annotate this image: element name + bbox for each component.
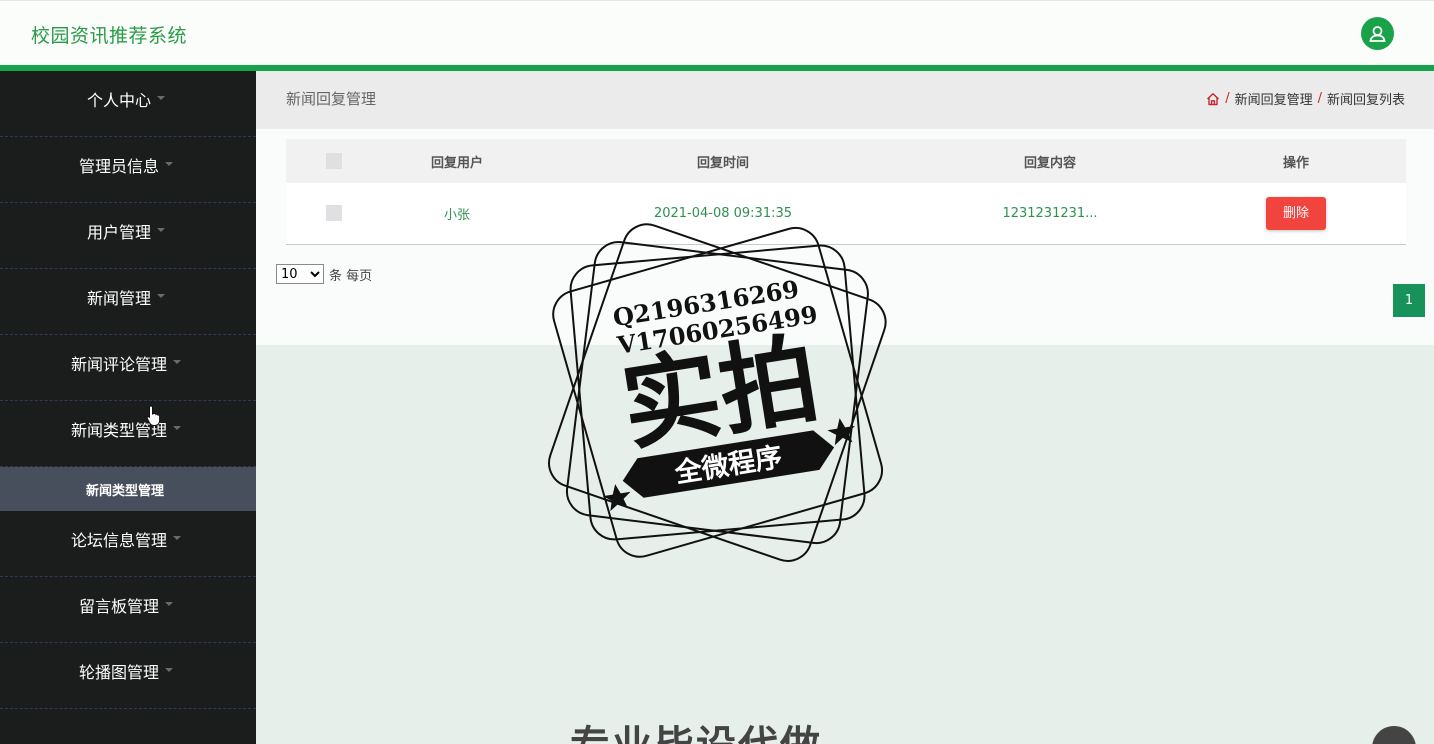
delete-button[interactable]: 删除 [1266,196,1326,230]
column-header-user[interactable]: 回复用户 [382,139,532,183]
sidebar-item-user-management[interactable]: 用户管理 [0,203,256,269]
row-select-cell [286,183,382,244]
hand-cursor-icon [146,405,161,426]
pagination-current-page[interactable]: 1 [1393,284,1425,317]
breadcrumb-separator: / [1225,91,1230,106]
sidebar-item-forum-management[interactable]: 论坛信息管理 [0,511,256,577]
breadcrumb: / 新闻回复管理 / 新闻回复列表 [1206,89,1405,108]
sidebar-item-carousel-management[interactable]: 轮播图管理 [0,643,256,709]
chevron-down-icon [165,668,173,672]
cell-user: 小张 [443,207,470,223]
sidebar-item-message-board-management[interactable]: 留言板管理 [0,577,256,643]
chevron-down-icon [173,426,181,430]
sidebar-item-personal-center[interactable]: 个人中心 [0,71,256,137]
page-size-control: 10 条 每页 [276,264,372,284]
column-header-time[interactable]: 回复时间 [532,139,914,183]
breadcrumb-item-reply-management[interactable]: 新闻回复管理 [1235,89,1313,108]
top-bar: 校园资讯推荐系统 [0,0,1434,65]
sidebar-item-label: 新闻评论管理 [70,355,167,374]
chevron-down-icon [173,536,181,540]
table-header-row: 回复用户 回复时间 回复内容 操作 [286,139,1406,183]
submenu-item-news-type-management[interactable]: 新闻类型管理 [0,467,256,511]
user-icon [1369,26,1386,42]
sidebar-item-label: 用户管理 [86,223,151,242]
chevron-down-icon [165,162,173,166]
sidebar-item-news-comment-management[interactable]: 新闻评论管理 [0,335,256,401]
chevron-down-icon [173,360,181,364]
chevron-down-icon [165,602,173,606]
sidebar-item-label: 新闻管理 [86,289,151,308]
page-header: 新闻回复管理 / 新闻回复管理 / 新闻回复列表 [256,71,1434,129]
breadcrumb-item-reply-list: 新闻回复列表 [1326,93,1405,108]
column-header-action: 操作 [1282,155,1309,171]
column-header-content[interactable]: 回复内容 [914,139,1186,183]
submenu-item-label: 新闻类型管理 [85,484,164,499]
chevron-down-icon [157,96,165,100]
select-all-cell [286,139,382,183]
sidebar-item-admin-info[interactable]: 管理员信息 [0,137,256,203]
select-all-checkbox[interactable] [326,153,342,169]
row-checkbox[interactable] [326,205,342,222]
page-title: 新闻回复管理 [286,90,377,108]
watermark-bottom-text: 专业毕设代做 [570,713,822,744]
page-size-suffix: 条 每页 [329,268,373,284]
app-root: 校园资讯推荐系统 个人中心 管理员信息 用户管理 新闻管理 新闻评论管理 新闻类… [0,0,1434,744]
sidebar-item-news-management[interactable]: 新闻管理 [0,269,256,335]
sidebar-item-label: 论坛信息管理 [70,531,167,550]
user-avatar[interactable] [1361,17,1394,50]
sidebar-item-label: 轮播图管理 [78,663,159,682]
cell-action: 删除 [1186,183,1406,244]
page-size-select[interactable]: 10 [276,264,324,284]
sidebar-item-news-type-management[interactable]: 新闻类型管理 [0,401,256,467]
watermark-stamp: Q2196316269 V17060256499 实拍 全微程序 [548,223,887,562]
sidebar-item-label: 管理员信息 [78,157,159,176]
sidebar-item-label: 留言板管理 [78,597,159,616]
chevron-down-icon [157,294,165,298]
sidebar-item-label: 新闻类型管理 [70,421,167,440]
home-icon[interactable] [1206,92,1220,106]
cell-content: 1231231231... [1002,205,1098,221]
breadcrumb-separator: / [1317,91,1322,106]
sidebar-item-label: 个人中心 [86,91,151,110]
sidebar: 个人中心 管理员信息 用户管理 新闻管理 新闻评论管理 新闻类型管理 新闻类型管… [0,71,256,744]
chevron-down-icon [157,228,165,232]
app-title: 校园资讯推荐系统 [31,25,188,47]
